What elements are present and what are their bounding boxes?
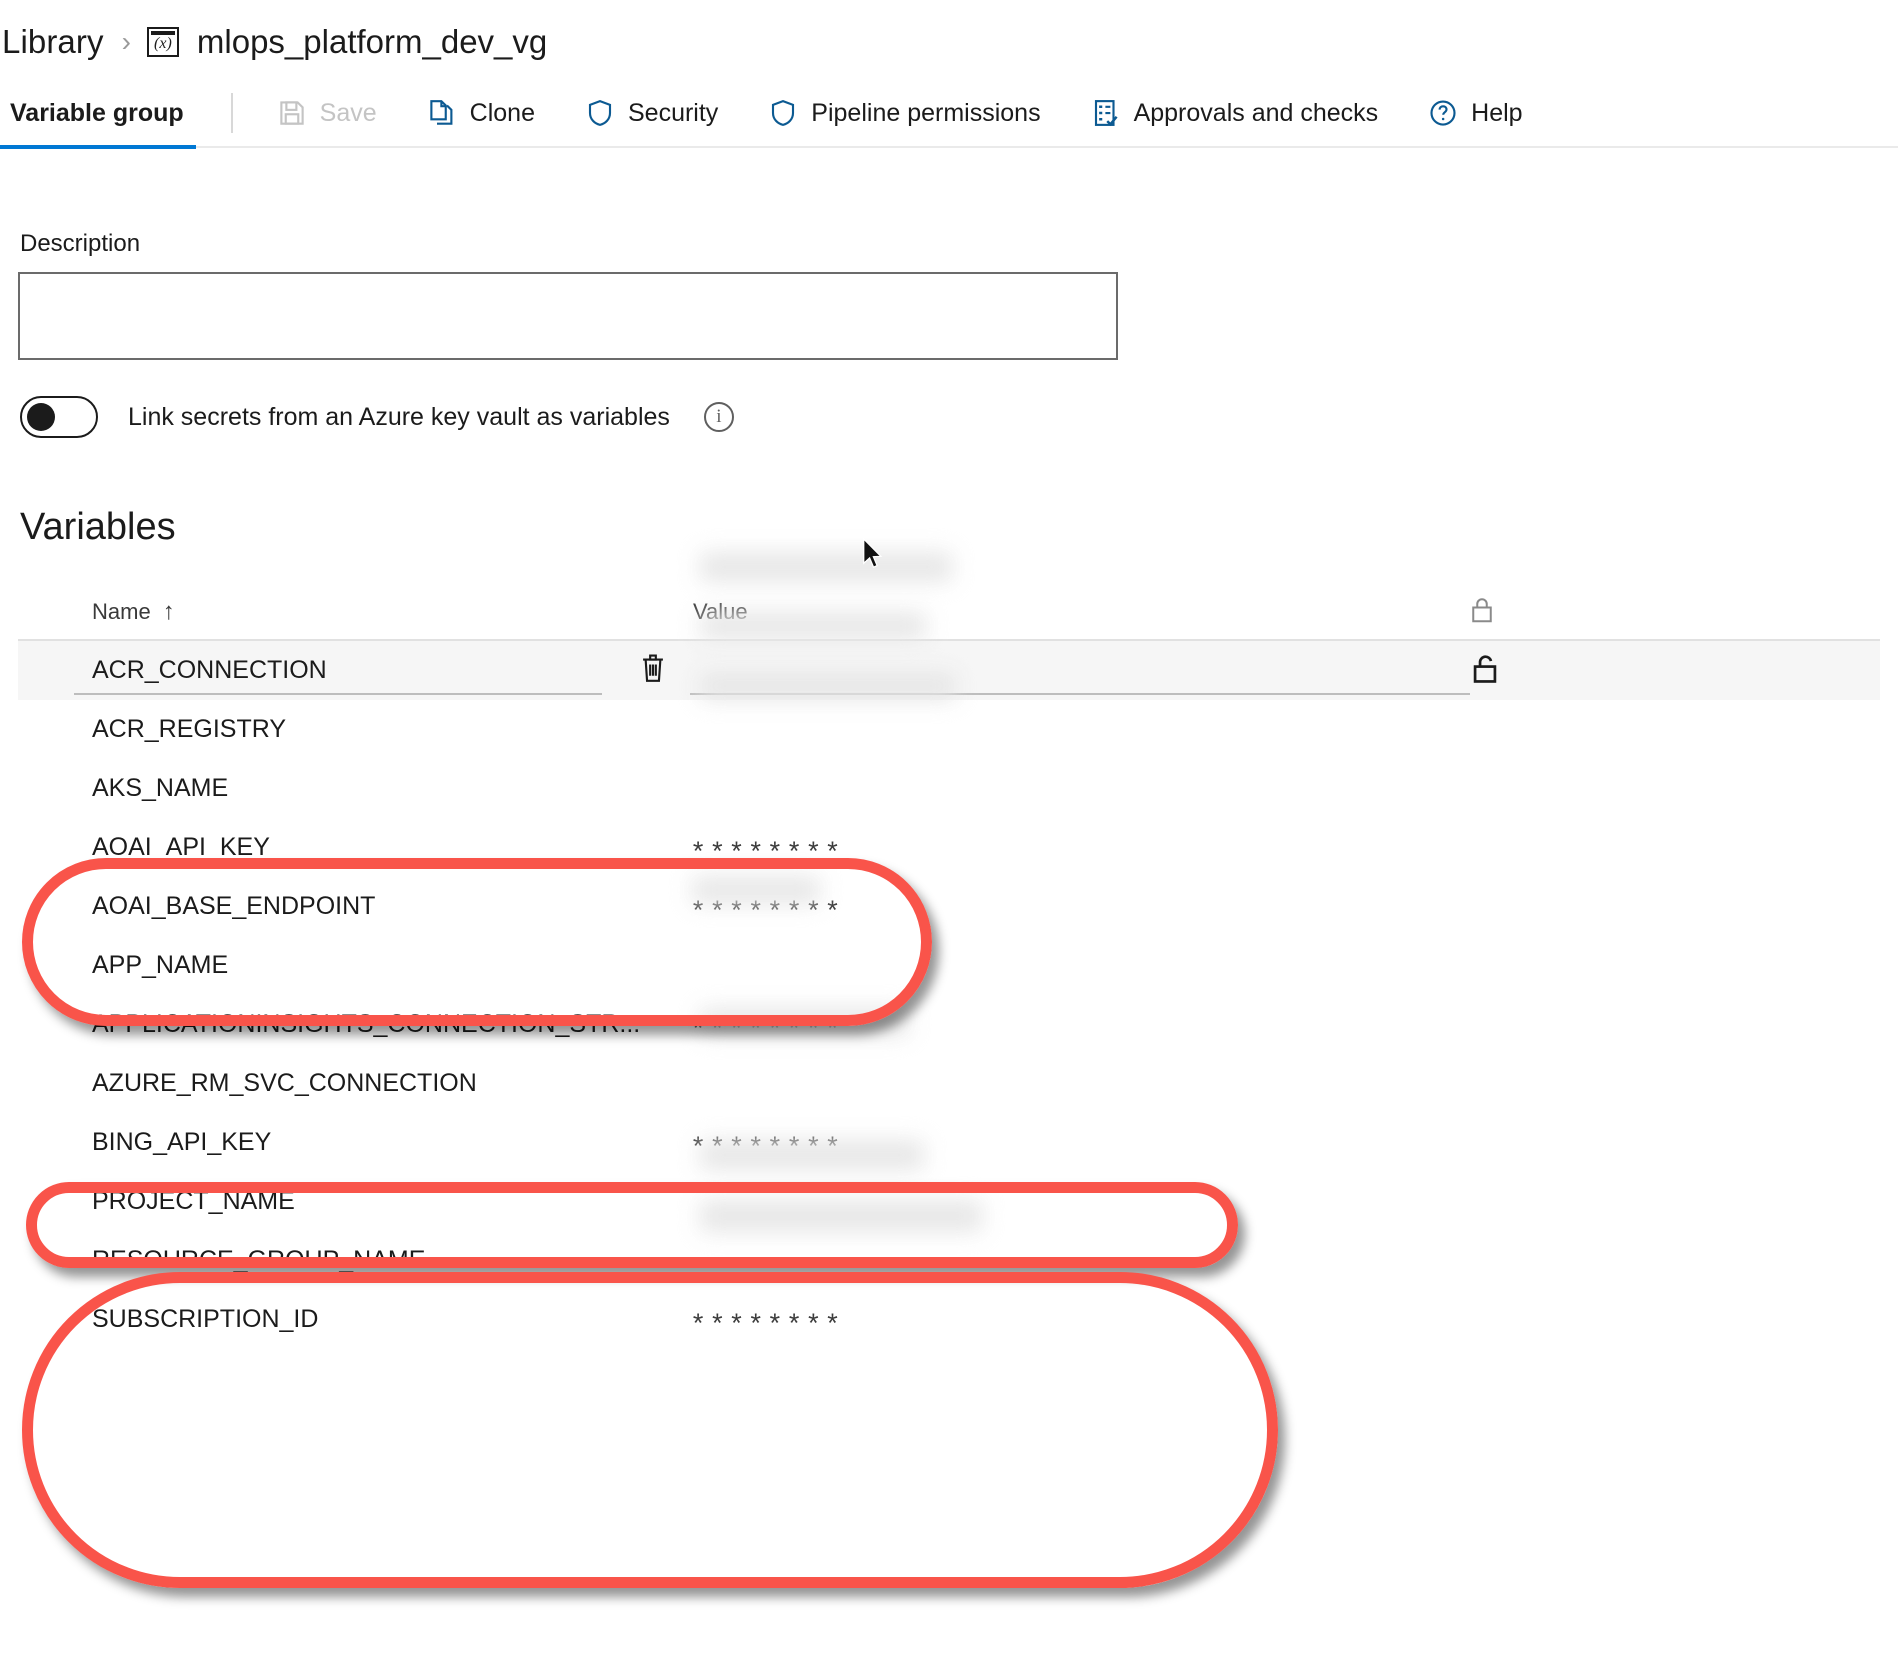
- variable-name: PROJECT_NAME: [92, 1187, 295, 1215]
- table-row[interactable]: APP_NAME: [18, 936, 1880, 995]
- description-input[interactable]: [18, 272, 1118, 360]
- shield-icon: [768, 98, 798, 128]
- sort-ascending-icon: ↑: [162, 598, 175, 625]
- redacted-value: [700, 612, 926, 640]
- variable-group-icon: (x): [146, 27, 179, 57]
- variable-name: RESOURCE_GROUP_NAME: [92, 1246, 426, 1274]
- link-key-vault-toggle[interactable]: [20, 396, 98, 438]
- checklist-icon: [1091, 98, 1121, 128]
- variables-section-title: Variables: [20, 506, 176, 548]
- table-row[interactable]: AOAI_API_KEY ********: [18, 818, 1880, 877]
- table-row[interactable]: APPLICATIONINSIGHTS_CONNECTION_STR... **…: [18, 995, 1880, 1054]
- variable-name: ACR_CONNECTION: [92, 656, 327, 684]
- breadcrumb-library-link[interactable]: Library: [2, 23, 104, 61]
- help-circle-icon: [1428, 98, 1458, 128]
- redacted-value: [700, 1008, 908, 1036]
- shield-icon: [585, 98, 615, 128]
- variable-name: APPLICATIONINSIGHTS_CONNECTION_STR...: [92, 1010, 641, 1038]
- variable-name: AOAI_BASE_ENDPOINT: [92, 892, 376, 920]
- column-header-name[interactable]: Name ↑: [92, 599, 175, 625]
- link-key-vault-label: Link secrets from an Azure key vault as …: [128, 402, 670, 431]
- approvals-and-checks-button[interactable]: Approvals and checks: [1077, 88, 1393, 138]
- tab-variable-group[interactable]: Variable group: [0, 79, 196, 149]
- table-row[interactable]: AKS_NAME: [18, 759, 1880, 818]
- variable-name: APP_NAME: [92, 951, 229, 979]
- breadcrumb-separator: ›: [121, 26, 131, 57]
- clone-icon: [427, 98, 457, 128]
- security-button[interactable]: Security: [571, 88, 732, 138]
- variable-value-masked[interactable]: ********: [690, 840, 844, 870]
- variable-group-icon-glyph: (x): [154, 35, 172, 52]
- redacted-value: [692, 876, 820, 904]
- clone-button-label: Clone: [469, 98, 535, 127]
- redacted-value: [700, 552, 952, 582]
- table-row[interactable]: AZURE_RM_SVC_CONNECTION: [18, 1054, 1880, 1113]
- breadcrumb-current-page: mlops_platform_dev_vg: [196, 23, 548, 60]
- description-label: Description: [20, 230, 141, 257]
- delete-variable-button[interactable]: [638, 651, 668, 690]
- breadcrumb: Library › (x) mlops_platform_dev_vg: [0, 14, 547, 70]
- lock-icon: [1469, 595, 1495, 630]
- table-row[interactable]: BING_API_KEY ********: [18, 1113, 1880, 1172]
- table-row[interactable]: ACR_REGISTRY: [18, 700, 1880, 759]
- redacted-value: [700, 1200, 982, 1232]
- table-row[interactable]: SUBSCRIPTION_ID ********: [18, 1290, 1880, 1349]
- table-row[interactable]: AOAI_BASE_ENDPOINT ********: [18, 877, 1880, 936]
- save-button[interactable]: Save: [263, 88, 391, 138]
- redacted-value: [700, 1140, 924, 1170]
- variable-name: SUBSCRIPTION_ID: [92, 1305, 319, 1333]
- command-toolbar: Variable group Save Clone Security Pipel…: [0, 79, 1898, 149]
- save-icon: [277, 98, 307, 128]
- variable-name: AOAI_API_KEY: [92, 833, 270, 861]
- redacted-value: [700, 672, 956, 700]
- variables-table-header: Name ↑ Value: [18, 585, 1880, 641]
- security-button-label: Security: [627, 98, 719, 127]
- variable-name: AZURE_RM_SVC_CONNECTION: [92, 1069, 477, 1097]
- variable-name: ACR_REGISTRY: [92, 715, 287, 743]
- help-button[interactable]: Help: [1414, 88, 1536, 138]
- table-row[interactable]: RESOURCE_GROUP_NAME: [18, 1231, 1880, 1290]
- tab-variable-group-label: Variable group: [10, 98, 184, 127]
- column-header-name-label: Name: [92, 599, 151, 624]
- approvals-and-checks-button-label: Approvals and checks: [1133, 98, 1379, 127]
- variable-value-masked[interactable]: ********: [690, 1312, 844, 1342]
- clone-button[interactable]: Clone: [413, 88, 549, 138]
- pipeline-permissions-button-label: Pipeline permissions: [811, 98, 1041, 127]
- toolbar-divider: [230, 93, 233, 133]
- unlock-icon[interactable]: [1470, 651, 1500, 690]
- help-button-label: Help: [1471, 98, 1523, 127]
- pipeline-permissions-button[interactable]: Pipeline permissions: [754, 88, 1054, 138]
- save-button-label: Save: [319, 98, 377, 127]
- info-icon-glyph: i: [716, 406, 722, 427]
- info-icon[interactable]: i: [703, 402, 734, 432]
- key-vault-row: Link secrets from an Azure key vault as …: [20, 396, 734, 438]
- toggle-knob: [27, 403, 55, 431]
- variable-name: BING_API_KEY: [92, 1128, 272, 1156]
- variable-name: AKS_NAME: [92, 774, 229, 802]
